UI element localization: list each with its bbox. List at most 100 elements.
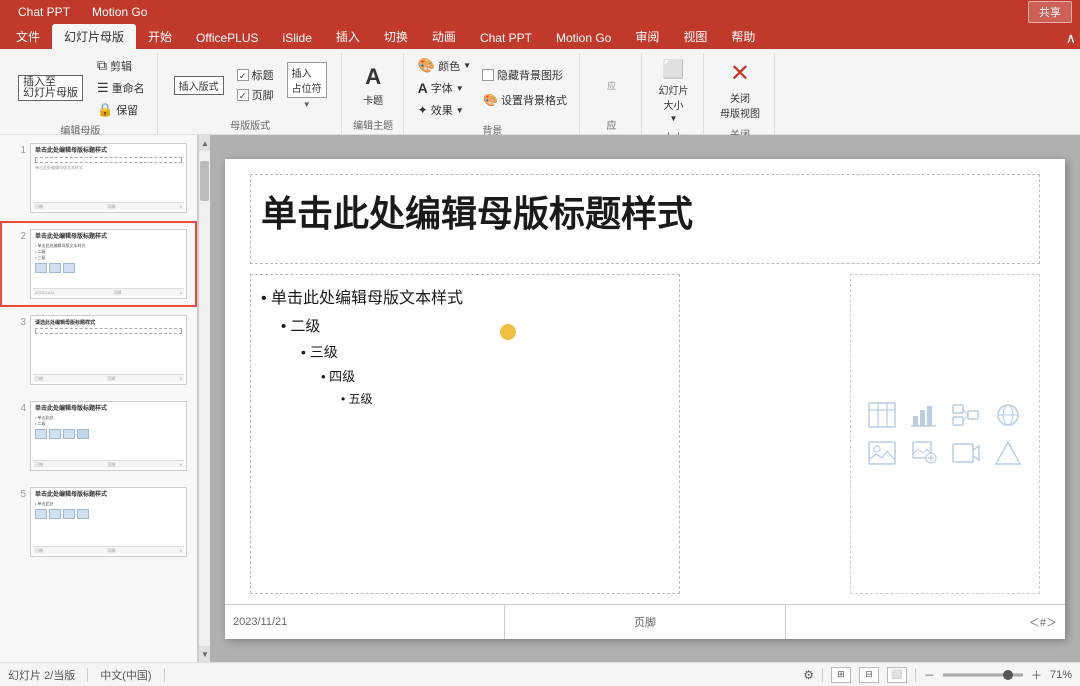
ribbon-col-checkboxes: 标题 页脚 (234, 66, 277, 104)
ribbon-btn-bg-format-label: 设置背景格式 (501, 92, 567, 108)
shape-icon[interactable] (990, 437, 1026, 469)
panel-scrollbar[interactable]: ▲ ▼ (198, 135, 210, 662)
content-icon-grid (864, 399, 1026, 469)
ribbon-tab-motion[interactable]: Motion Go (544, 27, 623, 49)
panel-scroll-track (199, 151, 210, 646)
ribbon-group-apply-label: 应 (606, 115, 616, 134)
slide-thumb-img-2: 单击此处编辑母版标题样式 • 单击此处编辑母版文本样式• 二级• 三级 2023… (30, 229, 187, 299)
content-placeholder[interactable] (850, 274, 1040, 594)
bg-format-icon: 🎨 (483, 93, 498, 107)
smartart-icon[interactable] (948, 399, 984, 431)
ribbon-tab-help[interactable]: 帮助 (719, 24, 767, 49)
normal-view-btn[interactable]: ⊞ (831, 667, 851, 683)
zoom-in-icon[interactable]: ＋ (1031, 667, 1042, 683)
checkbox-hide-bg[interactable]: 隐藏背景图形 (479, 66, 571, 84)
slide-footer: 2023/11/21 页脚 ＜#＞ (225, 604, 1065, 639)
ribbon-tab-transition[interactable]: 切换 (372, 24, 420, 49)
display-settings-icon[interactable]: ⚙ (803, 668, 814, 682)
title-placeholder[interactable]: 单击此处编辑母版标题样式 (250, 174, 1040, 264)
slide-thumb-5[interactable]: 5 单击此处编辑母版标题样式 • 单击此处 日期页脚# (0, 479, 197, 565)
ribbon-tabs: 文件 幻灯片母版 开始 OfficePLUS iSlide 插入 切换 动画 C… (0, 23, 1080, 49)
slide-panel: 1 单击此处编辑母版标题样式 单击此处编辑母版文本样式 日期页脚# 2 (0, 135, 198, 662)
zoom-out-icon[interactable]: － (924, 667, 935, 683)
title-bar-tabs: Chat PPT Motion Go (8, 3, 1028, 21)
checkbox-title-label: 标题 (252, 67, 274, 83)
slide-canvas[interactable]: 单击此处编辑母版标题样式 • 单击此处编辑母版文本样式 • 二级 • 三级 • … (225, 159, 1065, 639)
slide-4-icons (35, 429, 182, 439)
ribbon-tab-home[interactable]: 开始 (136, 24, 184, 49)
zoom-slider[interactable] (943, 673, 1023, 677)
ribbon-btn-close-master[interactable]: ✕ 关闭母版视图 (714, 55, 766, 124)
insert-placeholder-icon: 插入占位符 (287, 62, 327, 98)
reading-view-btn[interactable]: ⬜ (887, 667, 907, 683)
checkbox-footer[interactable]: 页脚 (234, 86, 277, 104)
picture-placeholder-icon[interactable] (864, 437, 900, 469)
fonts-icon: A (418, 80, 428, 96)
footer-center[interactable]: 页脚 (505, 605, 785, 639)
slide-thumb-img-5: 单击此处编辑母版标题样式 • 单击此处 日期页脚# (30, 487, 187, 557)
ribbon-collapse-icon[interactable]: ∧ (1066, 30, 1076, 47)
preserve-icon: 🔒 (97, 102, 113, 118)
online-picture-icon[interactable] (906, 437, 942, 469)
ribbon-btn-slide-size[interactable]: ⬜ 幻灯片大小 ▼ (652, 55, 694, 127)
slide-title: 单击此处编辑母版标题样式 (251, 175, 1039, 247)
ribbon-tab-file[interactable]: 文件 (4, 24, 52, 49)
panel-scroll-thumb[interactable] (200, 161, 209, 201)
ribbon-btn-insert-slide-master[interactable]: 插入至幻灯片母版 (12, 71, 89, 105)
ribbon-btn-fonts[interactable]: A 字体 ▼ (414, 78, 475, 98)
table-icon[interactable] (864, 399, 900, 431)
status-bar: 幻灯片 2/当版 中文(中国) ⚙ ⊞ ⊟ ⬜ － ＋ 71% (0, 662, 1080, 686)
ribbon-btn-theme[interactable]: A 卡题 (357, 60, 389, 111)
ribbon-tab-chat[interactable]: Chat PPT (468, 27, 544, 49)
slide-thumb-4[interactable]: 4 单击此处编辑母版标题样式 • 单击此处• 二级 日期页脚# (0, 393, 197, 479)
ribbon-btn-insert-layout[interactable]: 插入版式 (168, 72, 230, 99)
checkbox-hide-bg-label: 隐藏背景图形 (497, 67, 563, 83)
ribbon-btn-effects[interactable]: ✦ 效果 ▼ (414, 100, 475, 120)
online-media-icon[interactable] (990, 399, 1026, 431)
bullet-list: • 单击此处编辑母版文本样式 • 二级 • 三级 • 四级 • 五级 (251, 275, 679, 421)
slide-thumb-2[interactable]: 2 单击此处编辑母版标题样式 • 单击此处编辑母版文本样式• 二级• 三级 20… (0, 221, 197, 307)
ribbon-tab-officeplus[interactable]: OfficePLUS (184, 27, 270, 49)
slide-thumb-1[interactable]: 1 单击此处编辑母版标题样式 单击此处编辑母版文本样式 日期页脚# (0, 135, 197, 221)
ribbon-group-background: 🎨 颜色 ▼ A 字体 ▼ ✦ 效果 ▼ 隐藏背景图形 (406, 53, 580, 134)
copy-icon: ⧉ (97, 57, 107, 74)
bullet-1: • 单击此处编辑母版文本样式 (261, 285, 669, 314)
ribbon-tab-islide[interactable]: iSlide (271, 27, 324, 49)
grid-view-btn[interactable]: ⊟ (859, 667, 879, 683)
checkbox-title[interactable]: 标题 (234, 66, 277, 84)
ribbon-btn-rename[interactable]: ☰ 重命名 (93, 78, 149, 98)
title-tab-motion-go[interactable]: Motion Go (82, 3, 157, 21)
body-placeholder[interactable]: • 单击此处编辑母版文本样式 • 二级 • 三级 • 四级 • 五级 (250, 274, 680, 594)
ribbon-tab-review[interactable]: 审阅 (623, 24, 671, 49)
insert-placeholder-arrow: ▼ (303, 100, 311, 109)
slide-3-placeholder (35, 328, 182, 334)
ribbon-tab-slide-master[interactable]: 幻灯片母版 (52, 24, 136, 49)
ribbon-btn-preserve-label: 保留 (116, 102, 138, 118)
slide-thumb-3[interactable]: 3 请选此处编辑母版标题样式 日期页脚# (0, 307, 197, 393)
ribbon-tab-animation[interactable]: 动画 (420, 24, 468, 49)
ribbon-btn-insert-placeholder[interactable]: 插入占位符 ▼ (281, 58, 333, 113)
ribbon-btn-preserve[interactable]: 🔒 保留 (93, 100, 149, 120)
ribbon-group-edit-master-content: 插入至幻灯片母版 ⧉ 剪辑 ☰ 重命名 🔒 保留 (12, 55, 149, 120)
video-icon[interactable] (948, 437, 984, 469)
slide-thumb-img-3: 请选此处编辑母版标题样式 日期页脚# (30, 315, 187, 385)
footer-page[interactable]: ＜#＞ (786, 605, 1065, 639)
footer-date[interactable]: 2023/11/21 (225, 605, 505, 639)
status-sep-4 (915, 668, 916, 682)
chart-icon[interactable] (906, 399, 942, 431)
ribbon-btn-colors[interactable]: 🎨 颜色 ▼ (414, 55, 475, 76)
share-button[interactable]: 共享 (1028, 1, 1072, 23)
slide-num-2: 2 (10, 231, 26, 242)
ribbon-btn-copy[interactable]: ⧉ 剪辑 (93, 55, 149, 76)
footer-checkbox (237, 89, 249, 101)
ribbon-tab-view[interactable]: 视图 (671, 24, 719, 49)
ribbon-btn-bg-format[interactable]: 🎨 设置背景格式 (479, 90, 571, 110)
status-right: ⚙ ⊞ ⊟ ⬜ － ＋ 71% (803, 667, 1072, 683)
ribbon-btn-close-master-label: 关闭母版视图 (720, 90, 760, 120)
ribbon-tab-insert[interactable]: 插入 (324, 24, 372, 49)
slide-1-footer: 日期页脚# (33, 202, 184, 210)
ribbon-btn-effects-label: 效果 (431, 102, 453, 118)
ribbon-btn-theme-label: 卡题 (363, 92, 383, 107)
title-tab-chat-ppt[interactable]: Chat PPT (8, 3, 80, 21)
insert-slide-master-icon: 插入至幻灯片母版 (18, 75, 83, 101)
